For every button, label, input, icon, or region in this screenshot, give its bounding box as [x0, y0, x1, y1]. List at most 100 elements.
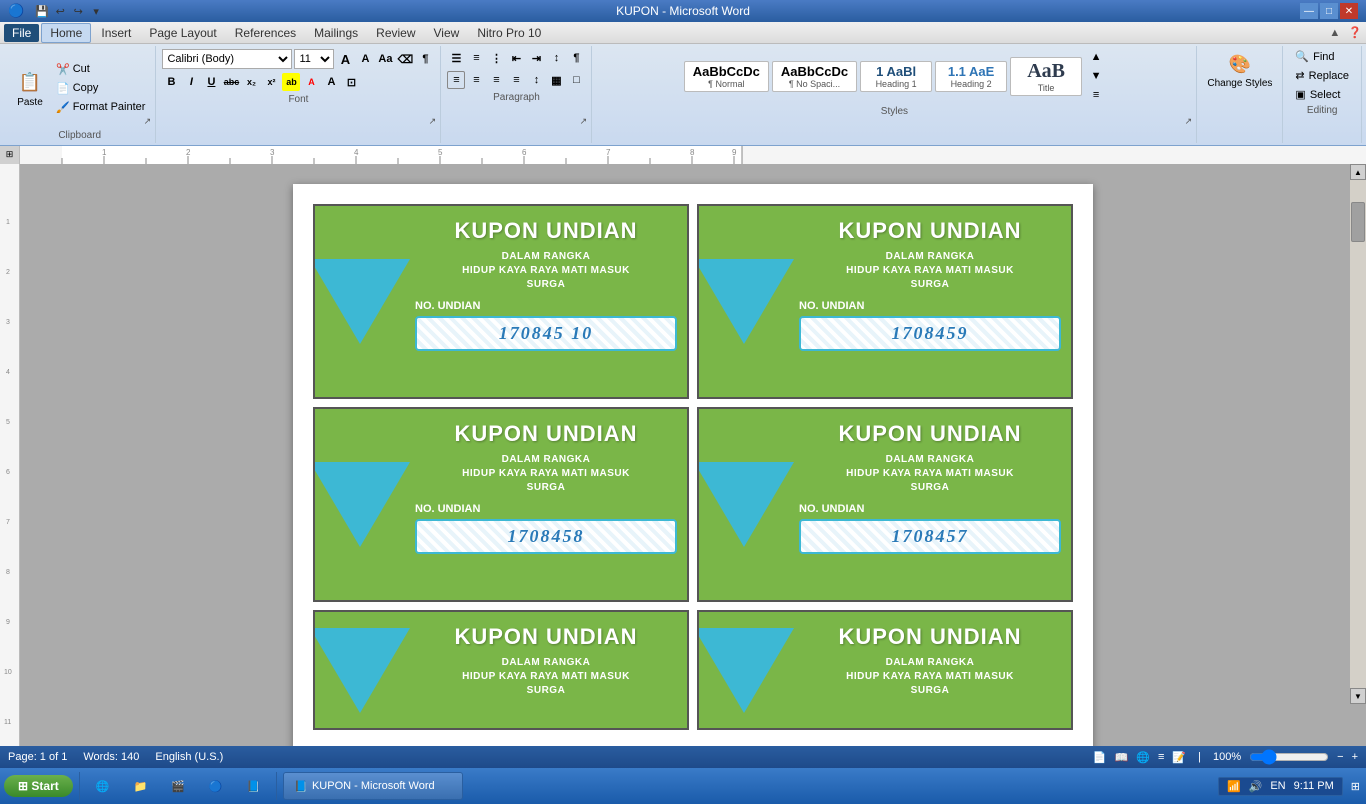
view-normal-icon[interactable]: 📄 — [1093, 751, 1107, 764]
zoom-separator: | — [1198, 751, 1201, 763]
minimize-button[interactable]: — — [1300, 3, 1318, 19]
coupon-5-title: KUPON UNDIAN — [454, 624, 637, 650]
character-shading-button[interactable]: ⊡ — [342, 73, 360, 91]
tab-view[interactable]: View — [426, 24, 468, 42]
tab-mailings[interactable]: Mailings — [306, 24, 366, 42]
scroll-up-arrow[interactable]: ▲ — [1350, 164, 1366, 180]
taskbar-folder-button[interactable]: 📁 — [123, 772, 157, 800]
replace-button[interactable]: ⇄ Replace — [1289, 67, 1355, 84]
taskbar-media-button[interactable]: 🎬 — [161, 772, 195, 800]
tab-home[interactable]: Home — [41, 23, 91, 43]
bullets-button[interactable]: ☰ — [447, 49, 465, 67]
format-painter-button[interactable]: 🖌️ Format Painter — [52, 99, 149, 116]
ribbon-collapse[interactable]: ▲ — [1329, 27, 1340, 39]
style-heading1[interactable]: 1 AaBl Heading 1 — [860, 61, 932, 92]
font-size-select[interactable]: 11 — [294, 49, 334, 69]
show-formatting-button[interactable]: ¶ — [416, 50, 434, 68]
clipboard-expander[interactable]: ↗ — [141, 115, 153, 127]
styles-more-button[interactable]: ≡ — [1087, 86, 1105, 104]
decrease-indent-button[interactable]: ⇤ — [507, 49, 525, 67]
increase-indent-button[interactable]: ⇥ — [527, 49, 545, 67]
doc-scroll-area[interactable]: KUPON UNDIAN DALAM RANGKA HIDUP KAYA RAY… — [20, 164, 1366, 746]
taskbar-word-button[interactable]: 📘 — [237, 772, 271, 800]
view-outline-icon[interactable]: ≡ — [1158, 751, 1164, 763]
shrink-font-button[interactable]: A — [356, 50, 374, 68]
justify-button[interactable]: ≡ — [507, 71, 525, 89]
zoom-in-button[interactable]: + — [1352, 751, 1358, 763]
view-reading-icon[interactable]: 📖 — [1115, 751, 1129, 764]
cut-button[interactable]: ✂️ Cut — [52, 61, 149, 78]
scroll-down-arrow[interactable]: ▼ — [1350, 688, 1366, 704]
style-heading2[interactable]: 1.1 AaE Heading 2 — [935, 61, 1007, 92]
copy-button[interactable]: 📄 Copy — [52, 80, 149, 97]
tab-file[interactable]: File — [4, 24, 39, 42]
bold-button[interactable]: B — [162, 73, 180, 91]
align-right-button[interactable]: ≡ — [487, 71, 505, 89]
styles-up-button[interactable]: ▲ — [1087, 48, 1105, 66]
paste-button[interactable]: 📋 Paste — [10, 67, 50, 110]
shading-button[interactable]: ▦ — [547, 71, 565, 89]
close-button[interactable]: ✕ — [1340, 3, 1358, 19]
taskbar-ie-button[interactable]: 🌐 — [86, 772, 120, 800]
tab-page-layout[interactable]: Page Layout — [141, 24, 224, 42]
show-hide-button[interactable]: ¶ — [567, 49, 585, 67]
start-button[interactable]: ⊞ Start — [4, 775, 73, 797]
clear-format-button[interactable]: ⌫ — [396, 50, 414, 68]
strikethrough-button[interactable]: abc — [222, 73, 240, 91]
document-area: 1 2 3 4 5 6 7 8 9 10 11 — [0, 164, 1366, 746]
multilevel-list-button[interactable]: ⋮ — [487, 49, 505, 67]
coupon-2: KUPON UNDIAN DALAM RANGKA HIDUP KAYA RAY… — [697, 204, 1073, 399]
underline-button[interactable]: U — [202, 73, 220, 91]
grow-font-button[interactable]: A — [336, 50, 354, 68]
save-qat-button[interactable]: 💾 — [34, 3, 50, 19]
tab-insert[interactable]: Insert — [93, 24, 139, 42]
text-effects-button[interactable]: A — [322, 73, 340, 91]
vertical-scrollbar[interactable]: ▲ ▼ — [1350, 164, 1366, 704]
help-button[interactable]: ❓ — [1348, 26, 1362, 39]
change-case-button[interactable]: Aa — [376, 50, 394, 68]
tab-references[interactable]: References — [227, 24, 304, 42]
find-button[interactable]: 🔍 Find — [1289, 48, 1355, 65]
title-bar-left: 🔵 💾 ↩ ↪ ▾ — [8, 1, 110, 21]
taskbar-chrome-button[interactable]: 🔵 — [199, 772, 233, 800]
tab-nitro[interactable]: Nitro Pro 10 — [469, 24, 549, 42]
show-desktop-button[interactable]: ⊞ — [1349, 780, 1362, 793]
styles-expander[interactable]: ↗ — [1182, 115, 1194, 127]
view-web-icon[interactable]: 🌐 — [1136, 751, 1150, 764]
change-styles-group: 🎨 Change Styles — [1197, 46, 1283, 143]
style-title[interactable]: AaB Title — [1010, 57, 1082, 96]
redo-qat-button[interactable]: ↪ — [70, 3, 86, 19]
styles-down-button[interactable]: ▼ — [1087, 67, 1105, 85]
styles-grid: AaBbCcDc ¶ Normal AaBbCcDc ¶ No Spaci...… — [684, 48, 1105, 104]
superscript-button[interactable]: x² — [262, 73, 280, 91]
font-name-select[interactable]: Calibri (Body) — [162, 49, 292, 69]
undo-qat-button[interactable]: ↩ — [52, 3, 68, 19]
numbering-button[interactable]: ≡ — [467, 49, 485, 67]
italic-button[interactable]: I — [182, 73, 200, 91]
style-normal[interactable]: AaBbCcDc ¶ Normal — [684, 61, 769, 92]
scroll-thumb[interactable] — [1351, 202, 1365, 242]
sort-button[interactable]: ↕ — [547, 49, 565, 67]
paragraph-expander[interactable]: ↗ — [577, 115, 589, 127]
borders-button[interactable]: □ — [567, 71, 585, 89]
zoom-slider[interactable] — [1249, 751, 1329, 763]
change-styles-button[interactable]: 🎨 Change Styles — [1203, 48, 1276, 91]
qat-dropdown[interactable]: ▾ — [88, 3, 104, 19]
word-task-button[interactable]: 📘 KUPON - Microsoft Word — [283, 772, 463, 800]
coupon-2-title: KUPON UNDIAN — [838, 218, 1021, 244]
maximize-button[interactable]: □ — [1320, 3, 1338, 19]
align-center-button[interactable]: ≡ — [467, 71, 485, 89]
text-highlight-button[interactable]: ab — [282, 73, 300, 91]
font-color-button[interactable]: A — [302, 73, 320, 91]
zoom-out-button[interactable]: − — [1337, 751, 1343, 763]
style-no-spacing[interactable]: AaBbCcDc ¶ No Spaci... — [772, 61, 857, 92]
align-left-button[interactable]: ≡ — [447, 71, 465, 89]
select-button[interactable]: ▣ Select — [1289, 86, 1355, 103]
view-draft-icon[interactable]: 📝 — [1172, 751, 1186, 764]
svg-text:3: 3 — [270, 148, 275, 157]
tab-review[interactable]: Review — [368, 24, 423, 42]
line-spacing-button[interactable]: ↕ — [527, 71, 545, 89]
coupon-3-title: KUPON UNDIAN — [454, 421, 637, 447]
font-expander[interactable]: ↗ — [426, 115, 438, 127]
subscript-button[interactable]: x₂ — [242, 73, 260, 91]
